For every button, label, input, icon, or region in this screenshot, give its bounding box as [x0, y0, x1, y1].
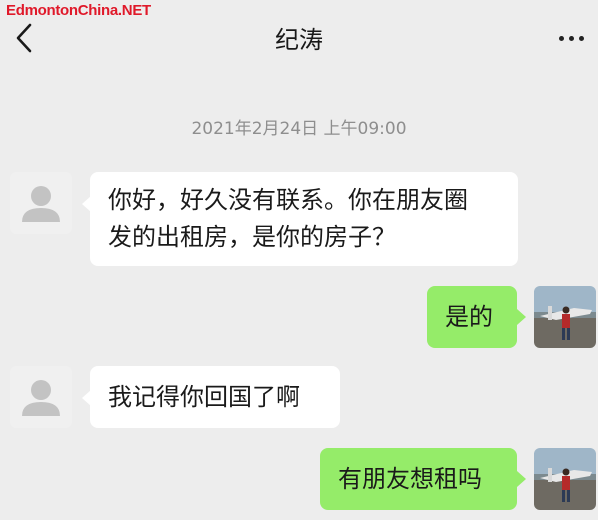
- message-bubble-incoming[interactable]: 你好，好久没有联系。你在朋友圈 发的出租房，是你的房子？: [90, 172, 518, 266]
- message-bubble-incoming[interactable]: 我记得你回国了啊: [90, 366, 340, 428]
- chat-header: 纪涛: [0, 0, 598, 76]
- chat-title: 纪涛: [275, 26, 323, 54]
- message-text: 是的: [445, 302, 493, 331]
- message-bubble-outgoing[interactable]: 是的: [427, 286, 517, 348]
- default-avatar-icon: [22, 186, 60, 222]
- contact-avatar[interactable]: [10, 172, 72, 234]
- message-bubble-outgoing[interactable]: 有朋友想租吗: [320, 448, 517, 510]
- message-text: 你好，好久没有联系。你在朋友圈 发的出租房，是你的房子？: [108, 186, 468, 251]
- message-text: 我记得你回国了啊: [108, 382, 300, 411]
- user-photo-avatar: [534, 448, 596, 510]
- my-avatar[interactable]: [534, 448, 596, 510]
- message-text: 有朋友想租吗: [338, 464, 482, 493]
- more-dots-icon: [568, 35, 574, 41]
- contact-avatar[interactable]: [10, 366, 72, 428]
- my-avatar[interactable]: [534, 286, 596, 348]
- default-avatar-icon: [22, 380, 60, 416]
- more-dots-icon: [578, 35, 584, 41]
- more-dots-icon: [558, 35, 564, 41]
- more-button[interactable]: [554, 26, 588, 50]
- message-timestamp: 2021年2月24日 上午09:00: [191, 119, 407, 139]
- user-photo-avatar: [534, 286, 596, 348]
